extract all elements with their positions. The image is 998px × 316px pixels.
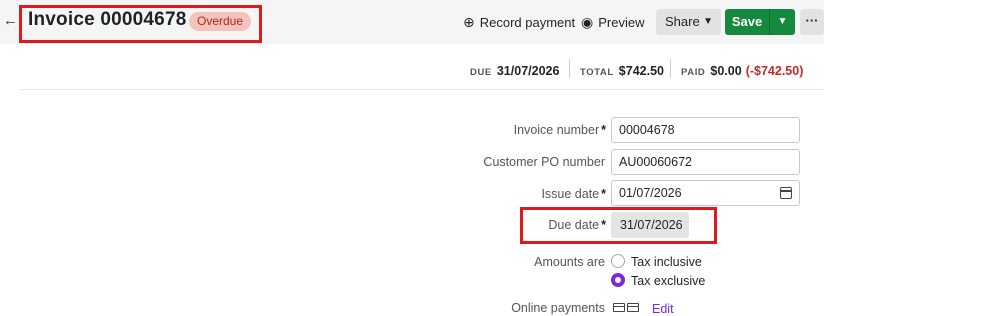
save-dropdown-button[interactable]: ▼ xyxy=(769,9,795,35)
total-value: $742.50 xyxy=(618,64,664,78)
calendar-icon[interactable] xyxy=(780,187,792,199)
back-arrow-icon[interactable]: ← xyxy=(3,12,19,30)
paid-summary: PAID $0.00 (-$742.50) xyxy=(681,64,803,78)
more-options-button[interactable]: ··· xyxy=(800,9,824,35)
preview-label: Preview xyxy=(598,15,645,30)
invoice-number-label: Invoice number * xyxy=(386,123,606,137)
total-summary: TOTAL $742.50 xyxy=(580,64,664,78)
chevron-down-icon: ▼ xyxy=(703,16,713,27)
tax-inclusive-label: Tax inclusive xyxy=(631,255,702,269)
online-payments-label: Online payments xyxy=(511,301,605,315)
required-mark: * xyxy=(601,187,606,201)
title-highlight-box xyxy=(19,5,262,43)
wallet-icon xyxy=(627,303,639,312)
issue-date-value: 01/07/2026 xyxy=(619,186,682,200)
summary-divider xyxy=(569,59,570,78)
chevron-down-icon: ▼ xyxy=(777,16,788,27)
due-summary: DUE 31/07/2026 xyxy=(470,64,559,78)
tax-exclusive-radio[interactable] xyxy=(611,273,625,287)
save-button[interactable]: Save xyxy=(725,9,769,35)
eye-icon: ◉ xyxy=(581,14,594,30)
customer-po-input[interactable]: AU00060672 xyxy=(611,149,800,175)
customer-po-label: Customer PO number xyxy=(483,155,605,169)
record-payment-button[interactable]: ⊕ Record payment xyxy=(463,14,575,31)
tax-inclusive-radio[interactable] xyxy=(611,254,625,268)
record-payment-label: Record payment xyxy=(479,15,576,30)
tax-exclusive-label: Tax exclusive xyxy=(631,274,706,288)
due-label: DUE xyxy=(470,67,492,78)
share-button[interactable]: Share ▼ xyxy=(656,9,721,35)
total-label: TOTAL xyxy=(580,67,614,78)
summary-divider xyxy=(670,59,671,78)
due-value: 31/07/2026 xyxy=(496,64,560,78)
amounts-are-label: Amounts are xyxy=(534,255,605,269)
required-mark: * xyxy=(601,123,606,137)
paid-label: PAID xyxy=(681,67,706,78)
plus-circle-icon: ⊕ xyxy=(463,14,475,30)
invoice-number-input[interactable]: 00004678 xyxy=(611,117,800,143)
issue-date-label-text: Issue date xyxy=(541,187,600,201)
paid-difference: (-$742.50) xyxy=(745,64,804,78)
credit-card-icon xyxy=(613,303,625,312)
issue-date-input[interactable]: 01/07/2026 xyxy=(611,180,800,206)
preview-button[interactable]: ◉ Preview xyxy=(581,14,644,31)
paid-value: $0.00 xyxy=(710,64,742,78)
issue-date-label: Issue date * xyxy=(386,187,606,201)
divider xyxy=(20,89,824,90)
invoice-number-label-text: Invoice number xyxy=(513,123,600,137)
online-payments-edit-link[interactable]: Edit xyxy=(652,302,674,316)
due-date-highlight-box xyxy=(520,207,717,244)
share-label: Share xyxy=(665,14,700,29)
